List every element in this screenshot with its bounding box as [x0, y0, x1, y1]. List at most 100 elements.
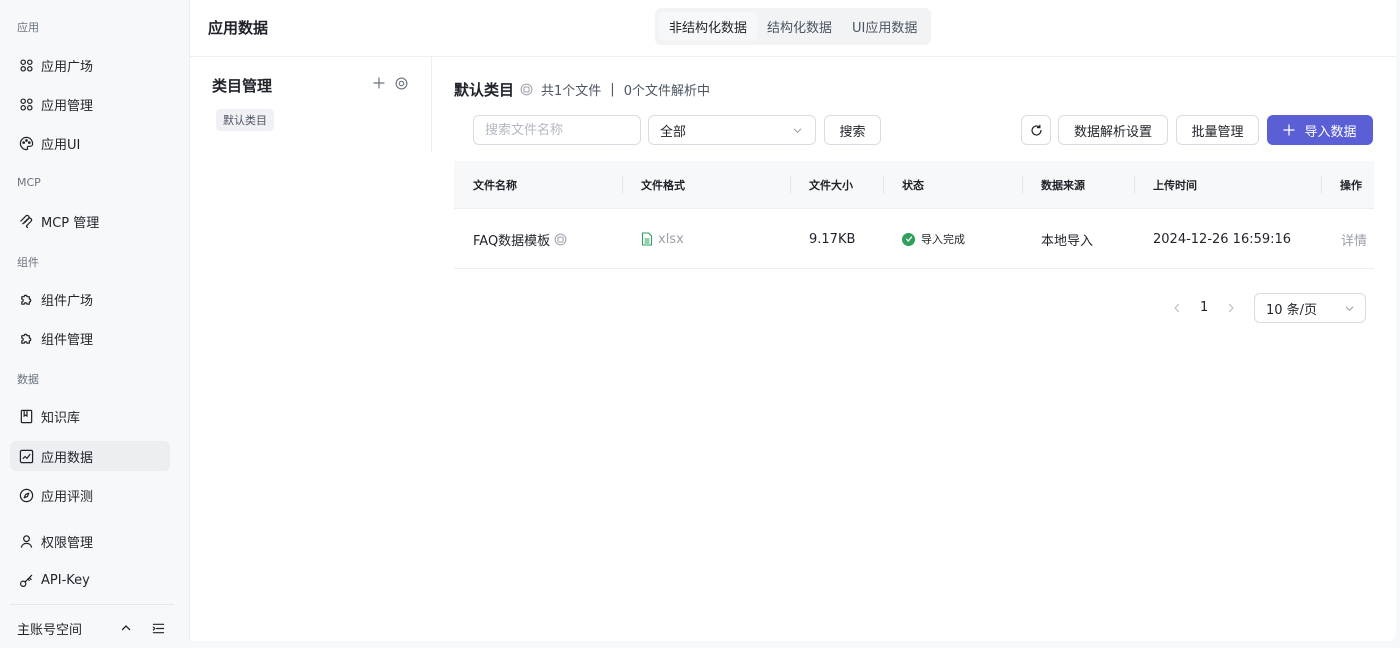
file-name: FAQ数据模板: [473, 233, 551, 249]
cell-file-format: xlsx: [641, 209, 684, 269]
column-divider: [1321, 176, 1322, 194]
col-file-size: 文件大小: [809, 179, 853, 192]
command-icon: [18, 57, 34, 73]
account-switcher[interactable]: 主账号空间: [17, 616, 167, 640]
column-divider: [883, 176, 884, 194]
sidebar-group-data: 数据: [17, 373, 39, 386]
mcp-icon: [18, 213, 34, 229]
sidebar-item-label: 权限管理: [41, 535, 94, 551]
sidebar-item-label: 组件管理: [41, 332, 94, 348]
import-data-label: 导入数据: [1304, 124, 1357, 140]
import-data-button[interactable]: 导入数据: [1267, 115, 1373, 145]
page-size-value: 10 条/页: [1266, 302, 1318, 318]
sidebar-item-label: 应用评测: [41, 489, 94, 505]
chevron-up-icon[interactable]: [117, 619, 135, 637]
table-row[interactable]: FAQ数据模板 xlsx 9.17KB 导入完成 本地导入 2024-12-26…: [454, 209, 1374, 269]
chevron-down-icon: [1344, 303, 1355, 318]
refresh-icon: [1030, 124, 1043, 137]
page-title: 应用数据: [208, 19, 269, 37]
cell-status: 导入完成: [902, 209, 965, 269]
sidebar-item-comp-manage[interactable]: 组件管理: [10, 323, 170, 353]
sidebar-item-label: API-Key: [41, 572, 90, 588]
file-count: 共1个文件: [541, 84, 602, 99]
key-icon: [18, 572, 34, 588]
sidebar-item-knowledge[interactable]: 知识库: [10, 401, 170, 431]
filter-value: 全部: [660, 124, 687, 140]
sidebar-item-app-ui[interactable]: 应用UI: [10, 128, 170, 158]
cell-file-name[interactable]: FAQ数据模板: [473, 209, 567, 269]
main-panel: 应用数据 非结构化数据 结构化数据 UI应用数据 类目管理 默认类目 默认类目 …: [189, 0, 1397, 641]
sidebar-item-label: 应用数据: [41, 450, 94, 466]
sidebar-group-mcp: MCP: [17, 176, 41, 189]
puzzle-icon: [18, 330, 34, 346]
parsing-count: 0个文件解析中: [623, 84, 710, 99]
chevron-down-icon: [792, 125, 803, 140]
details-label: 详情: [1341, 233, 1368, 249]
sidebar-item-app-data[interactable]: 应用数据: [10, 441, 170, 471]
chart-line-icon: [18, 448, 34, 464]
spreadsheet-file-icon: [641, 232, 653, 246]
tab-ui-app-data[interactable]: UI应用数据: [842, 12, 927, 41]
book-icon: [18, 408, 34, 424]
check-circle-icon: [902, 232, 915, 246]
sidebar-item-app-square[interactable]: 应用广场: [10, 50, 170, 80]
sidebar-item-app-eval[interactable]: 应用评测: [10, 480, 170, 510]
filter-select[interactable]: 全部: [648, 115, 816, 145]
search-button[interactable]: 搜索: [824, 115, 881, 145]
parse-settings-button[interactable]: 数据解析设置: [1058, 115, 1168, 145]
column-divider: [622, 176, 623, 194]
sidebar-item-mcp-manage[interactable]: MCP 管理: [10, 206, 170, 236]
command-icon: [18, 96, 34, 112]
category-panel: 类目管理 默认类目: [190, 57, 432, 152]
category-chip-default[interactable]: 默认类目: [216, 109, 274, 131]
top-bar: 应用数据 非结构化数据 结构化数据 UI应用数据: [190, 0, 1397, 57]
category-title: 类目管理: [212, 77, 273, 95]
data-type-tabs: 非结构化数据 结构化数据 UI应用数据: [655, 8, 932, 45]
id-icon[interactable]: [519, 83, 533, 97]
sidebar-item-permission[interactable]: 权限管理: [10, 526, 170, 556]
cell-file-size: 9.17KB: [809, 231, 856, 247]
status-text: 导入完成: [921, 233, 965, 246]
refresh-button[interactable]: [1021, 115, 1051, 145]
heading-title: 默认类目: [454, 81, 515, 99]
puzzle-icon: [18, 291, 34, 307]
column-divider: [790, 176, 791, 194]
tab-structured[interactable]: 结构化数据: [757, 12, 842, 41]
page-size-select[interactable]: 10 条/页: [1254, 293, 1366, 323]
column-divider: [1022, 176, 1023, 194]
sidebar-item-label: 应用管理: [41, 98, 94, 114]
window-edge: [1396, 0, 1400, 648]
tab-unstructured[interactable]: 非结构化数据: [659, 12, 758, 41]
sidebar-divider: [10, 604, 174, 605]
sidebar-item-api-key[interactable]: API-Key: [10, 565, 170, 595]
sidebar-item-label: MCP 管理: [41, 215, 100, 231]
batch-manage-button[interactable]: 批量管理: [1176, 115, 1259, 145]
compass-icon: [18, 487, 34, 503]
collapse-menu-icon[interactable]: [149, 619, 167, 637]
col-file-name: 文件名称: [473, 179, 517, 192]
search-input[interactable]: [473, 115, 641, 145]
chevron-left-icon[interactable]: [1169, 300, 1185, 316]
sidebar: 应用 应用广场 应用管理 应用UI MCP MCP 管理 组件 组件广场 组件管…: [0, 0, 188, 648]
column-divider: [1134, 176, 1135, 194]
settings-icon[interactable]: [393, 75, 409, 91]
details-link[interactable]: 详情: [1341, 209, 1367, 269]
chevron-right-icon[interactable]: [1223, 300, 1239, 316]
page-number[interactable]: 1: [1200, 300, 1208, 315]
id-icon[interactable]: [554, 233, 567, 246]
plus-icon[interactable]: [371, 75, 387, 91]
sidebar-item-app-manage[interactable]: 应用管理: [10, 89, 170, 119]
cell-upload-time: 2024-12-26 16:59:16: [1153, 231, 1292, 247]
sidebar-item-comp-square[interactable]: 组件广场: [10, 284, 170, 314]
col-status: 状态: [902, 179, 924, 192]
col-actions: 操作: [1340, 179, 1362, 192]
file-format: xlsx: [658, 231, 684, 247]
plus-icon: [1283, 124, 1296, 136]
sidebar-group-app: 应用: [17, 21, 39, 34]
col-source: 数据来源: [1041, 179, 1085, 192]
stat-separator: |: [610, 82, 615, 97]
sidebar-item-label: 应用UI: [41, 137, 81, 153]
col-upload-time: 上传时间: [1153, 179, 1197, 192]
category-heading: 默认类目 共1个文件 | 0个文件解析中: [454, 79, 710, 100]
sidebar-item-label: 组件广场: [41, 293, 94, 309]
